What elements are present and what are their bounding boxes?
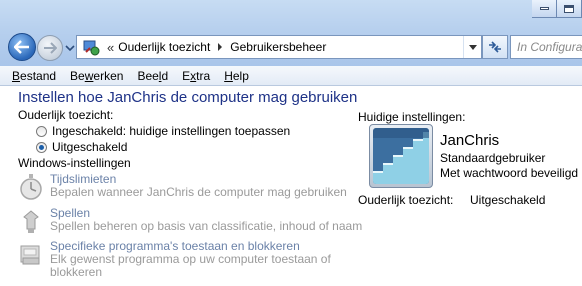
current-settings-label: Huidige instellingen:	[358, 110, 466, 124]
back-button[interactable]	[8, 33, 36, 61]
current-parental-value: Uitgeschakeld	[470, 193, 546, 207]
minimize-button[interactable]	[532, 0, 557, 18]
setting-programs: Specifieke programma's toestaan en blokk…	[18, 240, 340, 279]
arrow-left-icon	[14, 40, 29, 54]
games-description: Spellen beheren op basis van classificat…	[50, 219, 363, 233]
game-controller-icon	[23, 210, 39, 233]
menu-extra[interactable]: Extra	[182, 69, 210, 83]
address-dropdown-button[interactable]	[463, 36, 481, 58]
radio-enabled-button[interactable]	[36, 125, 47, 137]
account-type: Standaardgebruiker	[440, 151, 546, 165]
user-name: JanChris	[440, 132, 500, 149]
minimize-icon	[539, 7, 549, 10]
windows-settings-label: Windows-instellingen	[18, 156, 131, 170]
menu-help[interactable]: Help	[224, 69, 249, 83]
setting-time-limits: Tijdslimieten Bepalen wanneer JanChris d…	[18, 173, 347, 201]
avatar[interactable]	[369, 124, 433, 188]
page-title: Instellen hoe JanChris de computer mag g…	[18, 89, 358, 106]
current-parental-label: Ouderlijk toezicht:	[358, 193, 454, 207]
refresh-button[interactable]	[482, 35, 508, 59]
radio-disabled[interactable]: Uitgeschakeld	[36, 140, 127, 154]
radio-disabled-label[interactable]: Uitgeschakeld	[52, 140, 127, 154]
window-controls	[532, 0, 582, 18]
maximize-button[interactable]	[557, 0, 582, 18]
recent-pages-icon[interactable]	[65, 44, 75, 52]
setting-games: Spellen Spellen beheren op basis van cla…	[18, 207, 362, 235]
address-overflow-chevron[interactable]: «	[107, 40, 114, 55]
address-bar[interactable]: « Ouderlijk toezicht Gebruikersbeheer	[76, 35, 482, 59]
breadcrumb-separator-icon[interactable]	[217, 43, 223, 51]
breadcrumb-user-management[interactable]: Gebruikersbeheer	[230, 40, 326, 54]
password-status: Met wachtwoord beveiligd	[440, 166, 579, 180]
menu-edit[interactable]: Bewerken	[70, 69, 123, 83]
radio-enabled[interactable]: Ingeschakeld: huidige instellingen toepa…	[36, 124, 290, 138]
radio-disabled-button[interactable]	[36, 141, 47, 153]
user-picture-stairs	[373, 128, 429, 184]
menu-bar: Bestand Bewerken Beeld Extra Help	[0, 66, 582, 86]
maximize-icon	[564, 4, 574, 13]
control-panel-icon	[83, 40, 100, 56]
refresh-icon	[489, 41, 501, 53]
search-input[interactable]: In Configuratiescherm zoeken	[510, 35, 582, 59]
window-chrome: « Ouderlijk toezicht Gebruikersbeheer In…	[0, 0, 582, 66]
breadcrumb-parental-control[interactable]: Ouderlijk toezicht	[118, 40, 210, 54]
parental-control-label: Ouderlijk toezicht:	[18, 108, 114, 122]
menu-file[interactable]: Bestand	[12, 69, 56, 83]
program-block-icon	[20, 245, 40, 265]
arrow-right-icon	[44, 42, 57, 54]
main-content: Instellen hoe JanChris de computer mag g…	[0, 87, 582, 286]
chevron-down-icon	[468, 44, 477, 50]
stopwatch-icon	[20, 174, 42, 200]
time-limits-description: Bepalen wanneer JanChris de computer mag…	[50, 185, 347, 199]
radio-enabled-label[interactable]: Ingeschakeld: huidige instellingen toepa…	[52, 124, 290, 138]
programs-description: Elk gewenst programma op uw computer toe…	[50, 252, 331, 279]
menu-view[interactable]: Beeld	[137, 69, 168, 83]
forward-button[interactable]	[37, 35, 63, 61]
